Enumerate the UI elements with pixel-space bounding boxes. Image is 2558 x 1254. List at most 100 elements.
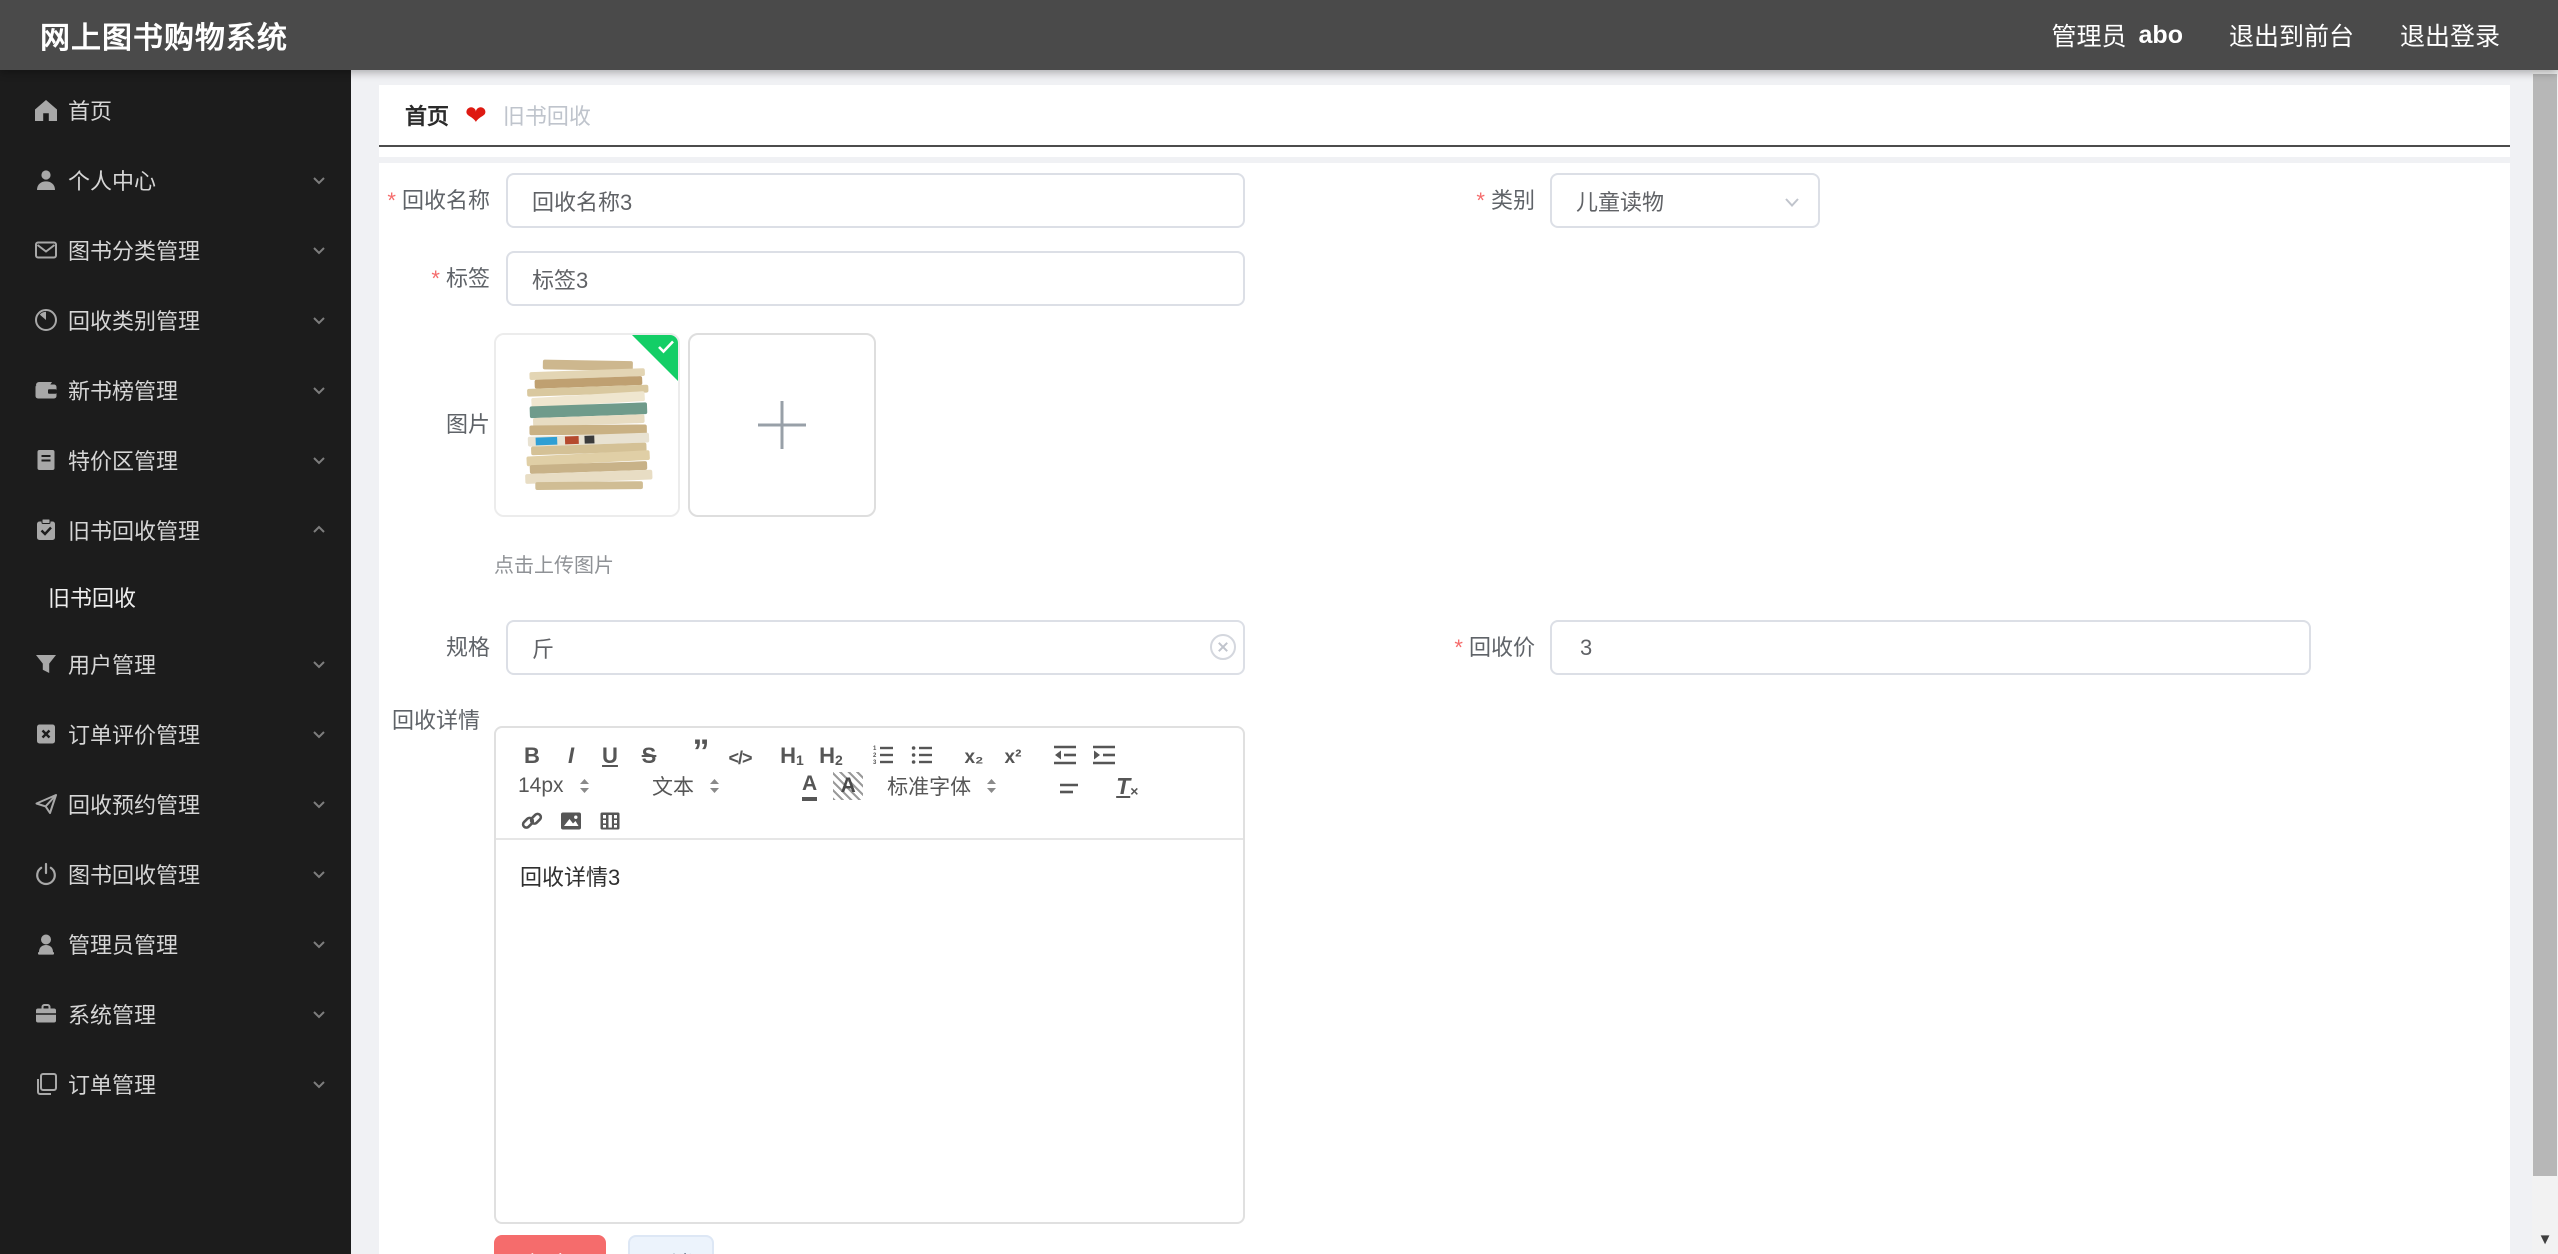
chevron-down-icon	[309, 1074, 329, 1094]
current-user: 管理员 abo	[2052, 17, 2183, 53]
category-selected-value: 儿童读物	[1576, 189, 1665, 215]
filter-icon	[33, 651, 59, 677]
sidebar-item-personal-center[interactable]: 个人中心	[0, 145, 351, 215]
sidebar-item-old-book-recycle-mgmt[interactable]: 旧书回收管理	[0, 495, 351, 565]
recycle-name-label: * 回收名称	[387, 188, 490, 213]
sidebar-item-book-category[interactable]: 图书分类管理	[0, 215, 351, 285]
logout-link[interactable]: 退出登录	[2400, 17, 2500, 53]
breadcrumb-divider	[379, 145, 2510, 147]
sidebar-item-order-review-mgmt[interactable]: 订单评价管理	[0, 699, 351, 769]
sidebar-item-system-mgmt[interactable]: 系统管理	[0, 979, 351, 1049]
uploaded-image-thumbnail[interactable]	[494, 333, 680, 517]
check-icon	[657, 339, 675, 354]
font-family-picker[interactable]: 标准字体	[887, 771, 1033, 801]
sidebar-subitem-old-book-recycle[interactable]: 旧书回收	[0, 565, 351, 629]
notebook-icon	[33, 447, 59, 473]
tag-label: * 标签	[431, 266, 490, 291]
top-bar: 网上图书购物系统 管理员 abo 退出到前台 退出登录	[0, 0, 2558, 70]
italic-button[interactable]: I	[557, 737, 585, 767]
recycle-form-card: *回收名称 *类别 儿童读物 *标签 图片	[379, 163, 2510, 1254]
background-color-button[interactable]: A	[833, 772, 864, 800]
sidebar-item-special-price[interactable]: 特价区管理	[0, 425, 351, 495]
tag-input[interactable]	[506, 251, 1245, 306]
required-asterisk: *	[1454, 635, 1463, 660]
sidebar-item-book-recycle-mgmt[interactable]: 图书回收管理	[0, 839, 351, 909]
sidebar-item-admin-mgmt[interactable]: 管理员管理	[0, 909, 351, 979]
vertical-scrollbar[interactable]: ▼	[2532, 70, 2558, 1254]
heading1-button[interactable]: H1	[778, 737, 806, 768]
heart-icon: ❤	[465, 100, 487, 130]
clear-format-button[interactable]: T ×	[1116, 773, 1138, 800]
scrollbar-thumb[interactable]	[2533, 74, 2557, 1176]
top-bar-right: 管理员 abo 退出到前台 退出登录	[2052, 17, 2558, 53]
admin-user-icon	[33, 931, 59, 957]
chevron-down-icon	[309, 1004, 329, 1024]
image-icon[interactable]	[557, 803, 585, 833]
user-icon	[33, 167, 59, 193]
underline-button[interactable]: U	[596, 737, 624, 767]
spec-input[interactable]	[506, 620, 1245, 675]
timer-icon	[33, 307, 59, 333]
cancel-button[interactable]: 取消	[628, 1235, 714, 1254]
svg-text:1: 1	[873, 746, 877, 752]
briefcase-icon	[33, 1001, 59, 1027]
font-size-picker[interactable]: 14px	[518, 774, 622, 798]
detail-label: 回收详情	[391, 708, 480, 733]
text-style-picker[interactable]: 文本	[652, 771, 770, 801]
category-select[interactable]: 儿童读物	[1550, 173, 1820, 228]
sidebar-item-recycle-category[interactable]: 回收类别管理	[0, 285, 351, 355]
ordered-list-icon[interactable]: 123	[869, 737, 897, 767]
sidebar-item-new-book-rank[interactable]: 新书榜管理	[0, 355, 351, 425]
required-asterisk: *	[387, 188, 396, 213]
scrollbar-down-arrow[interactable]: ▼	[2532, 1231, 2558, 1248]
indent-icon[interactable]	[1090, 737, 1118, 767]
send-icon	[33, 791, 59, 817]
code-block-button[interactable]: </>	[726, 737, 754, 767]
app-title: 网上图书购物系统	[40, 22, 288, 55]
breadcrumb: 首页 ❤ 旧书回收	[379, 85, 2510, 145]
picker-arrows-icon	[579, 779, 589, 793]
sidebar-item-user-mgmt[interactable]: 用户管理	[0, 629, 351, 699]
submit-button[interactable]: 提交	[494, 1235, 606, 1254]
chevron-down-icon	[309, 724, 329, 744]
power-icon	[33, 861, 59, 887]
outdent-icon[interactable]	[1051, 737, 1079, 767]
chevron-down-icon	[309, 380, 329, 400]
subscript-button[interactable]: x₂	[960, 737, 988, 767]
sidebar-item-home[interactable]: 首页	[0, 75, 351, 145]
home-icon	[33, 97, 59, 123]
breadcrumb-home[interactable]: 首页	[405, 99, 449, 131]
svg-text:3: 3	[873, 760, 877, 766]
align-icon[interactable]	[1055, 771, 1083, 801]
recycle-name-input[interactable]	[506, 173, 1245, 228]
clipboard-check-icon	[33, 517, 59, 543]
breadcrumb-card: 首页 ❤ 旧书回收	[379, 85, 2510, 157]
page: { "app": { "title": "网上图书购物系统" }, "heade…	[0, 0, 2558, 1254]
blockquote-button[interactable]: ”	[687, 735, 715, 769]
text-color-button[interactable]: A	[802, 772, 818, 801]
sidebar-item-recycle-reservation[interactable]: 回收预约管理	[0, 769, 351, 839]
video-icon[interactable]	[596, 803, 624, 833]
required-asterisk: *	[1476, 188, 1485, 213]
chevron-down-icon	[309, 934, 329, 954]
spec-label: 规格	[445, 635, 490, 660]
editor-toolbar: B I U S ” </> H1 H2 123 x₂ x² 14px 文本 A …	[496, 728, 1243, 840]
upload-image-button[interactable]	[688, 333, 876, 517]
svg-text:2: 2	[873, 753, 877, 759]
user-name: abo	[2138, 20, 2183, 49]
price-input[interactable]	[1550, 620, 2311, 675]
category-label: * 类别	[1476, 188, 1535, 213]
link-icon[interactable]	[518, 803, 546, 833]
chevron-up-icon	[309, 520, 329, 540]
superscript-button[interactable]: x²	[999, 737, 1027, 767]
sidebar-item-order-mgmt[interactable]: 订单管理	[0, 1049, 351, 1119]
bullet-list-icon[interactable]	[908, 737, 936, 767]
upload-hint-text: 点击上传图片	[494, 555, 614, 577]
picker-arrows-icon	[987, 779, 997, 793]
back-to-front-link[interactable]: 退出到前台	[2229, 17, 2354, 53]
strikethrough-button[interactable]: S	[635, 737, 663, 767]
editor-content[interactable]: 回收详情3	[496, 840, 1243, 1222]
heading2-button[interactable]: H2	[817, 737, 845, 768]
bold-button[interactable]: B	[518, 737, 546, 767]
chevron-down-icon	[309, 450, 329, 470]
